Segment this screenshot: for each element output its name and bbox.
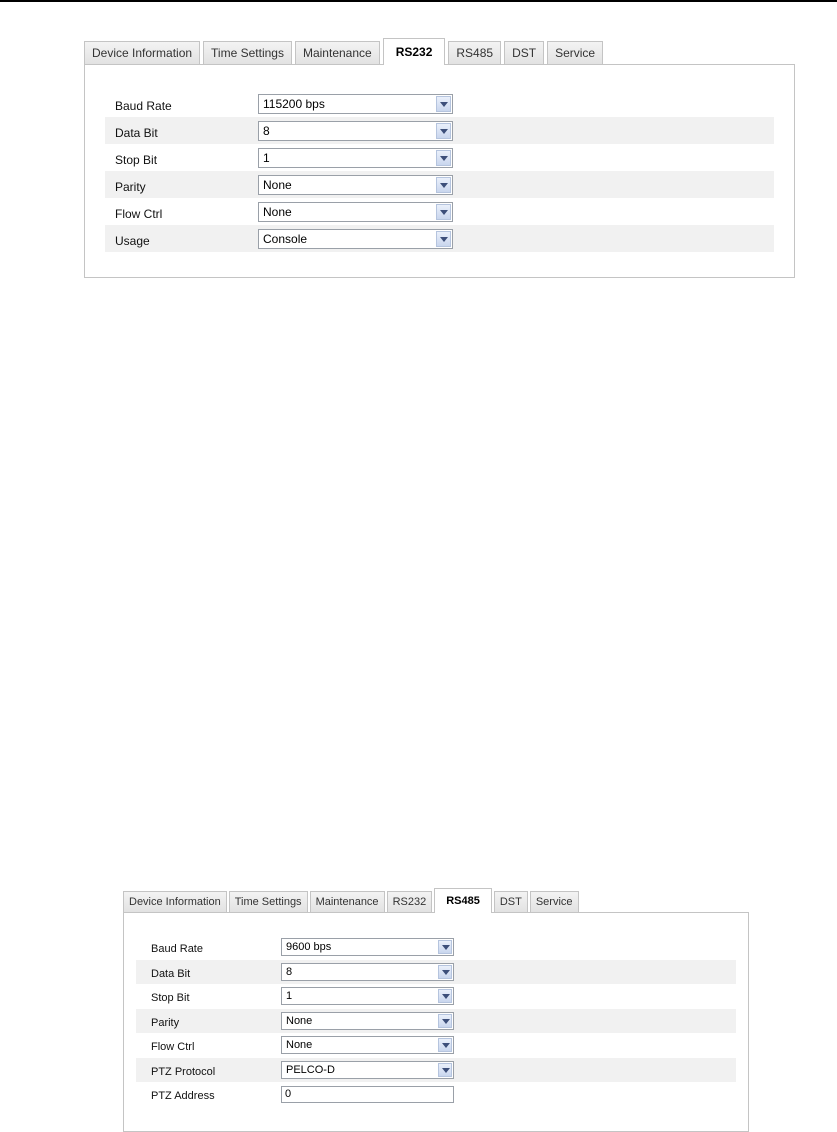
stop-bit-value: 1 (263, 150, 270, 165)
usage-select[interactable]: Console (258, 228, 453, 249)
chevron-down-icon[interactable] (436, 149, 451, 166)
data-bit-row: Data Bit 8 (136, 959, 736, 984)
settings-tab-bar: Device Information Time Settings Mainten… (123, 888, 749, 913)
stop-bit-select[interactable]: 1 (258, 147, 453, 168)
baud-rate-label: Baud Rate (151, 943, 203, 956)
chevron-down-icon[interactable] (438, 1038, 452, 1053)
tab-dst[interactable]: DST (493, 891, 528, 912)
flow-ctrl-select[interactable]: None (281, 1036, 454, 1055)
baud-rate-label: Baud Rate (115, 98, 172, 113)
baud-rate-select[interactable]: 9600 bps (281, 938, 454, 957)
tab-time-settings[interactable]: Time Settings (228, 891, 308, 912)
stop-bit-select[interactable]: 1 (281, 987, 454, 1006)
stop-bit-label: Stop Bit (151, 992, 190, 1005)
parity-row: Parity None (105, 171, 774, 198)
baud-rate-value: 115200 bps (263, 96, 325, 111)
tab-time-settings[interactable]: Time Settings (203, 41, 292, 64)
chevron-down-icon[interactable] (438, 940, 452, 955)
baud-rate-row: Baud Rate 9600 bps (136, 935, 736, 960)
baud-rate-row: Baud Rate 115200 bps (105, 90, 774, 117)
usage-row: Usage Console (105, 225, 774, 252)
chevron-down-icon[interactable] (436, 230, 451, 247)
chevron-down-icon[interactable] (436, 95, 451, 112)
usage-value: Console (263, 231, 308, 246)
data-bit-label: Data Bit (151, 967, 191, 980)
chevron-down-icon[interactable] (438, 989, 452, 1004)
page-top-rule (0, 0, 837, 2)
tab-service[interactable]: Service (547, 41, 604, 64)
tab-rs232[interactable]: RS232 (386, 891, 433, 912)
stop-bit-row: Stop Bit 1 (136, 984, 736, 1009)
flow-ctrl-row: Flow Ctrl None (105, 198, 774, 225)
rs485-settings-panel: Device Information Time Settings Mainten… (123, 888, 749, 1132)
ptz-address-input[interactable] (281, 1085, 454, 1103)
parity-value: None (286, 1014, 313, 1027)
settings-tab-bar: Device Information Time Settings Mainten… (84, 38, 795, 65)
ptz-address-row: PTZ Address (136, 1082, 736, 1107)
rs232-settings-panel: Device Information Time Settings Mainten… (84, 38, 795, 278)
data-bit-value: 8 (263, 123, 270, 138)
tab-device-information[interactable]: Device Information (84, 41, 201, 64)
rs232-form: Baud Rate 115200 bps Data Bit 8 Stop Bit… (84, 64, 795, 278)
rs485-form: Baud Rate 9600 bps Data Bit 8 Stop Bit 1… (123, 912, 749, 1132)
tab-service[interactable]: Service (529, 891, 579, 912)
chevron-down-icon[interactable] (436, 176, 451, 193)
stop-bit-label: Stop Bit (115, 152, 158, 167)
data-bit-label: Data Bit (115, 125, 158, 140)
flow-ctrl-row: Flow Ctrl None (136, 1033, 736, 1058)
chevron-down-icon[interactable] (436, 122, 451, 139)
flow-ctrl-value: None (263, 204, 292, 219)
chevron-down-icon[interactable] (438, 964, 452, 979)
baud-rate-select[interactable]: 115200 bps (258, 93, 453, 114)
data-bit-value: 8 (286, 965, 293, 978)
tab-maintenance[interactable]: Maintenance (294, 41, 380, 64)
tab-rs232[interactable]: RS232 (382, 38, 446, 65)
chevron-down-icon[interactable] (438, 1013, 452, 1028)
parity-label: Parity (151, 1016, 180, 1029)
ptz-protocol-select[interactable]: PELCO-D (281, 1060, 454, 1079)
parity-select[interactable]: None (281, 1011, 454, 1030)
stop-bit-value: 1 (286, 990, 293, 1003)
flow-ctrl-value: None (286, 1039, 313, 1052)
tab-rs485[interactable]: RS485 (448, 41, 502, 64)
tab-device-information[interactable]: Device Information (123, 891, 227, 912)
stop-bit-row: Stop Bit 1 (105, 144, 774, 171)
ptz-protocol-row: PTZ Protocol PELCO-D (136, 1057, 736, 1082)
data-bit-row: Data Bit 8 (105, 117, 774, 144)
tab-maintenance[interactable]: Maintenance (309, 891, 385, 912)
flow-ctrl-label: Flow Ctrl (115, 206, 163, 221)
chevron-down-icon[interactable] (436, 203, 451, 220)
ptz-protocol-value: PELCO-D (286, 1063, 335, 1076)
flow-ctrl-label: Flow Ctrl (151, 1041, 195, 1054)
flow-ctrl-select[interactable]: None (258, 201, 453, 222)
data-bit-select[interactable]: 8 (281, 962, 454, 981)
data-bit-select[interactable]: 8 (258, 120, 453, 141)
tab-dst[interactable]: DST (504, 41, 545, 64)
tab-rs485[interactable]: RS485 (434, 888, 492, 913)
baud-rate-value: 9600 bps (286, 941, 332, 954)
parity-row: Parity None (136, 1008, 736, 1033)
parity-select[interactable]: None (258, 174, 453, 195)
parity-label: Parity (115, 179, 146, 194)
parity-value: None (263, 177, 292, 192)
usage-label: Usage (115, 233, 150, 248)
chevron-down-icon[interactable] (438, 1062, 452, 1077)
ptz-address-label: PTZ Address (151, 1090, 215, 1103)
ptz-protocol-label: PTZ Protocol (151, 1065, 216, 1078)
